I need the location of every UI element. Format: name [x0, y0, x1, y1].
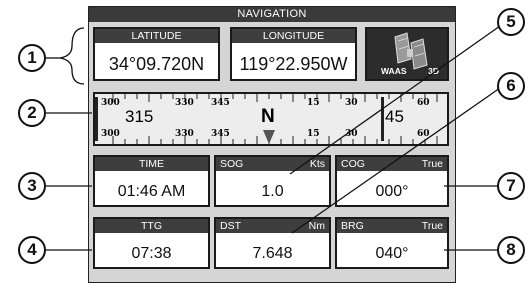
callout-7: 7 [497, 172, 525, 200]
callout-3: 3 [18, 172, 46, 200]
callout-8: 8 [497, 236, 525, 264]
callout-leader-lines [46, 25, 501, 251]
callout-2: 2 [18, 99, 46, 127]
callout-6: 6 [497, 72, 525, 100]
callout-1: 1 [18, 44, 46, 72]
callout-5: 5 [497, 8, 525, 36]
callout-4: 4 [18, 236, 46, 264]
